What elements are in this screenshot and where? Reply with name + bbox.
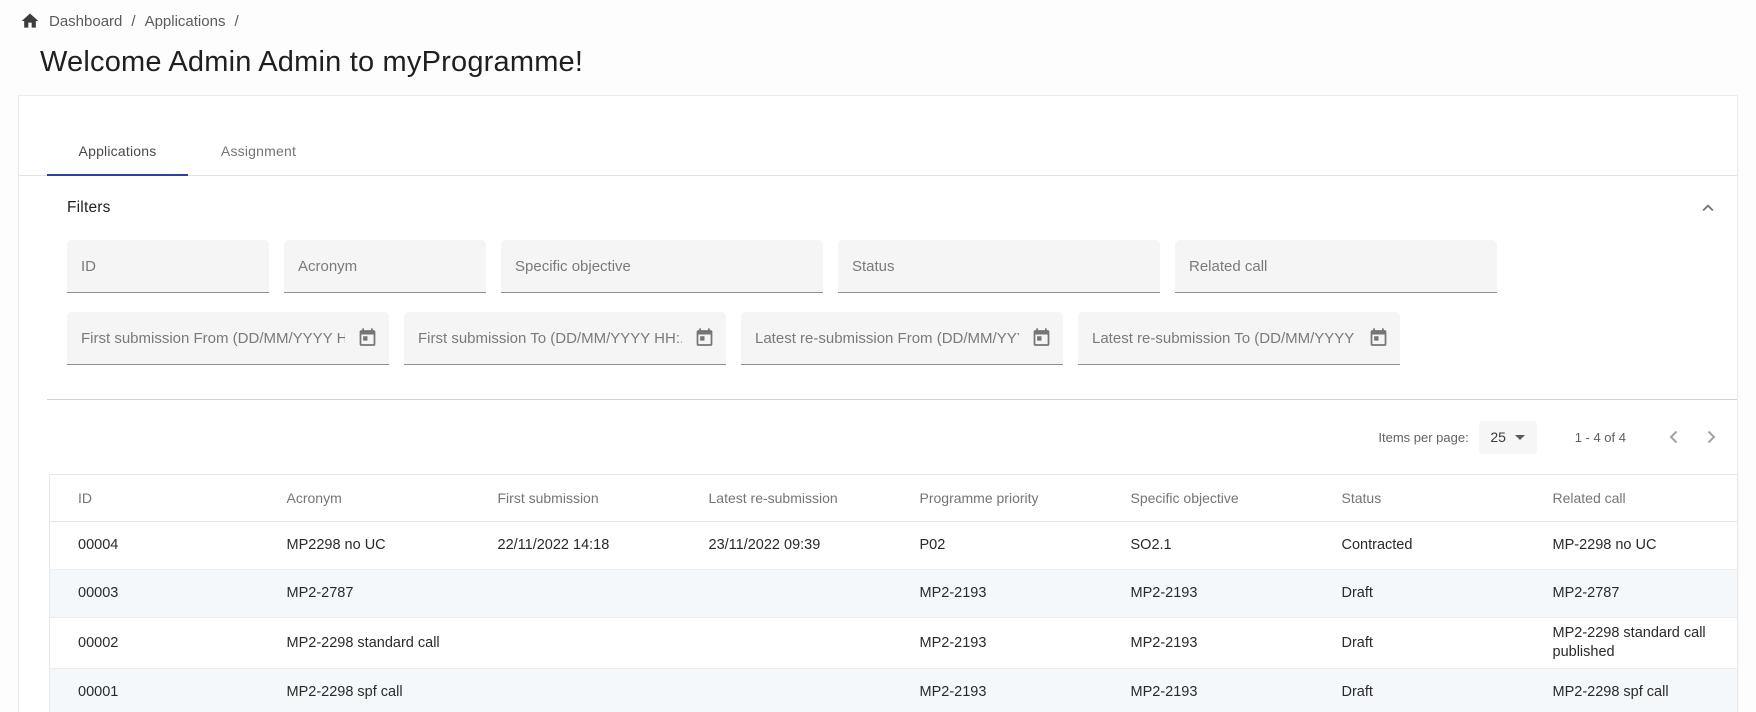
cell-related-call: MP2-2787 <box>1527 570 1738 618</box>
cell-programme-priority: P02 <box>894 522 1105 570</box>
slash-separator: / <box>234 13 238 30</box>
calendar-icon[interactable] <box>694 328 715 349</box>
cell-specific-objective: MP2-2193 <box>1105 618 1316 669</box>
cell-acronym: MP2-2298 spf call <box>261 669 472 712</box>
cell-status: Contracted <box>1316 522 1527 570</box>
page-header: Dashboard / Applications / Welcome Admin… <box>0 0 1756 79</box>
items-per-page-label: Items per page: <box>1378 430 1468 445</box>
cell-acronym: MP2-2298 standard call <box>261 618 472 669</box>
filter-placeholder: Latest re-submission To (DD/MM/YYYY ... <box>1092 330 1356 347</box>
calendar-icon[interactable] <box>1031 328 1052 349</box>
table-row-00001[interactable]: 00001MP2-2298 spf callMP2-2193MP2-2193Dr… <box>50 669 1738 712</box>
paginator-range-label: 1 - 4 of 4 <box>1575 430 1626 445</box>
caret-down-icon <box>1515 435 1525 440</box>
filters-title: Filters <box>67 199 111 217</box>
filter-input-related-call[interactable]: Related call <box>1175 240 1497 293</box>
filter-row-date-fields: First submission From (DD/MM/YYYY H... F… <box>67 312 1737 365</box>
cell-related-call: MP-2298 no UC <box>1527 522 1738 570</box>
breadcrumb-link-dashboard[interactable]: Dashboard <box>49 13 122 30</box>
cell-status: Draft <box>1316 618 1527 669</box>
cell-programme-priority: MP2-2193 <box>894 618 1105 669</box>
previous-page-button[interactable] <box>1662 425 1686 449</box>
page-size-value: 25 <box>1490 429 1506 445</box>
cell-specific-objective: MP2-2193 <box>1105 669 1316 712</box>
filter-row-text-fields: ID Acronym Specific objective Status Related… <box>67 240 1737 293</box>
tab-assignment[interactable]: Assignment <box>188 127 329 175</box>
filter-input-id[interactable]: ID <box>67 240 269 293</box>
filter-input-acronym[interactable]: Acronym <box>284 240 486 293</box>
filter-input-latest-re-submission-to[interactable]: Latest re-submission To (DD/MM/YYYY ... <box>1078 312 1400 365</box>
column-header-id: ID <box>50 475 261 522</box>
cell-id: 00002 <box>50 618 261 669</box>
cell-related-call: MP2-2298 standard call published <box>1527 618 1738 669</box>
collapse-filters-button[interactable] <box>1697 197 1719 219</box>
filter-placeholder: Latest re-submission From (DD/MM/YYY... <box>755 330 1019 347</box>
filter-placeholder: ID <box>81 258 96 275</box>
cell-related-call: MP2-2298 spf call <box>1527 669 1738 712</box>
filter-input-first-submission-to[interactable]: First submission To (DD/MM/YYYY HH:... <box>404 312 726 365</box>
column-header-first-submission: First submission <box>472 475 683 522</box>
applications-table: IDAcronymFirst submissionLatest re-submi… <box>49 474 1738 712</box>
slash-separator: / <box>131 13 135 30</box>
filter-input-first-submission-from[interactable]: First submission From (DD/MM/YYYY H... <box>67 312 389 365</box>
chevron-up-icon <box>1697 197 1719 219</box>
cell-programme-priority: MP2-2193 <box>894 570 1105 618</box>
table-row-00004[interactable]: 00004MP2298 no UC22/11/2022 14:1823/11/2… <box>50 522 1738 570</box>
cell-status: Draft <box>1316 570 1527 618</box>
filter-placeholder: Status <box>852 258 895 275</box>
cell-acronym: MP2-2787 <box>261 570 472 618</box>
filter-placeholder: Specific objective <box>515 258 631 275</box>
column-header-related-call: Related call <box>1527 475 1738 522</box>
column-header-status: Status <box>1316 475 1527 522</box>
page-title: Welcome Admin Admin to myProgramme! <box>40 46 1756 79</box>
cell-first-submission <box>472 669 683 712</box>
filter-placeholder: First submission To (DD/MM/YYYY HH:... <box>418 330 682 347</box>
table-row-00003[interactable]: 00003MP2-2787MP2-2193MP2-2193DraftMP2-27… <box>50 570 1738 618</box>
cell-first-submission <box>472 618 683 669</box>
content-card: Applications Assignment Filters IDAcrony… <box>18 95 1738 712</box>
chevron-right-icon <box>1699 425 1723 449</box>
cell-first-submission <box>472 570 683 618</box>
calendar-icon[interactable] <box>1368 328 1389 349</box>
breadcrumb-link-applications[interactable]: Applications <box>145 13 226 30</box>
home-icon[interactable] <box>20 11 40 31</box>
filter-input-latest-re-submission-from[interactable]: Latest re-submission From (DD/MM/YYY... <box>741 312 1063 365</box>
filter-placeholder: Acronym <box>298 258 357 275</box>
filter-input-specific-objective[interactable]: Specific objective <box>501 240 823 293</box>
column-header-programme-priority: Programme priority <box>894 475 1105 522</box>
column-header-specific-objective: Specific objective <box>1105 475 1316 522</box>
cell-latest-re-submission <box>683 618 894 669</box>
cell-id: 00003 <box>50 570 261 618</box>
tab-bar: Applications Assignment <box>19 96 1737 176</box>
cell-status: Draft <box>1316 669 1527 712</box>
cell-latest-re-submission <box>683 669 894 712</box>
cell-acronym: MP2298 no UC <box>261 522 472 570</box>
cell-latest-re-submission: 23/11/2022 09:39 <box>683 522 894 570</box>
page-size-select[interactable]: 25 <box>1479 421 1537 454</box>
breadcrumb: Dashboard / Applications / <box>20 10 1756 32</box>
column-header-latest-re-submission: Latest re-submission <box>683 475 894 522</box>
table-header-row: IDAcronymFirst submissionLatest re-submi… <box>50 475 1738 522</box>
filter-placeholder: First submission From (DD/MM/YYYY H... <box>81 330 345 347</box>
cell-programme-priority: MP2-2193 <box>894 669 1105 712</box>
cell-id: 00004 <box>50 522 261 570</box>
cell-specific-objective: MP2-2193 <box>1105 570 1316 618</box>
cell-specific-objective: SO2.1 <box>1105 522 1316 570</box>
cell-latest-re-submission <box>683 570 894 618</box>
cell-id: 00001 <box>50 669 261 712</box>
filter-placeholder: Related call <box>1189 258 1267 275</box>
tab-applications[interactable]: Applications <box>47 127 188 175</box>
cell-first-submission: 22/11/2022 14:18 <box>472 522 683 570</box>
filters-header: Filters <box>67 196 1719 220</box>
next-page-button[interactable] <box>1699 425 1723 449</box>
column-header-acronym: Acronym <box>261 475 472 522</box>
paginator: Items per page: 25 1 - 4 of 4 <box>19 400 1737 474</box>
table-row-00002[interactable]: 00002MP2-2298 standard callMP2-2193MP2-2… <box>50 618 1738 669</box>
chevron-left-icon <box>1662 425 1686 449</box>
calendar-icon[interactable] <box>357 328 378 349</box>
filter-input-status[interactable]: Status <box>838 240 1160 293</box>
